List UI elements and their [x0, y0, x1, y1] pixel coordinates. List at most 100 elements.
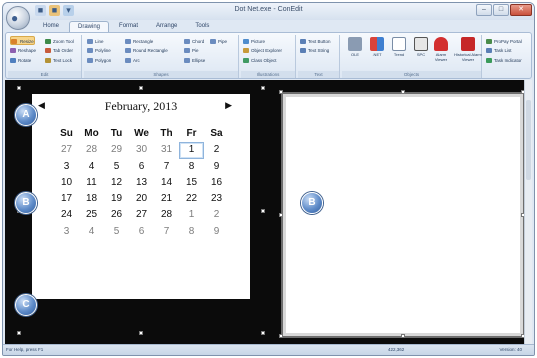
- calendar-day[interactable]: 10: [54, 175, 79, 191]
- calendar-day[interactable]: 27: [129, 207, 154, 223]
- tab-tools[interactable]: Tools: [187, 21, 217, 32]
- calendar-day[interactable]: 18: [79, 191, 104, 207]
- vertical-scrollbar[interactable]: [524, 80, 532, 344]
- calendar-day[interactable]: 23: [204, 191, 229, 207]
- calendar-control[interactable]: ◀ February, 2013 ▶ Su Mo Tu We Th Fr Sa …: [32, 94, 250, 299]
- resize-button[interactable]: Resize: [10, 36, 35, 45]
- resize-handle[interactable]: [279, 213, 283, 217]
- resize-handle[interactable]: [17, 331, 21, 335]
- calendar-day[interactable]: 17: [54, 191, 79, 207]
- text-button-button[interactable]: Text Button: [300, 37, 331, 46]
- rectangle-button[interactable]: Rectangle: [125, 37, 153, 46]
- callout-a: A: [15, 104, 37, 126]
- ole-button[interactable]: OLE: [344, 36, 366, 57]
- resize-handle[interactable]: [139, 86, 143, 90]
- resize-handle[interactable]: [401, 90, 405, 94]
- pipe-button[interactable]: Pipe: [210, 37, 227, 46]
- polyline-button[interactable]: Polyline: [87, 46, 111, 55]
- calendar-day[interactable]: 7: [154, 159, 179, 175]
- tab-home[interactable]: Home: [35, 21, 67, 32]
- tab-arrange[interactable]: Arrange: [148, 21, 185, 32]
- calendar-day[interactable]: 29: [104, 142, 129, 158]
- blank-object-panel[interactable]: [281, 92, 525, 338]
- calendar-day[interactable]: 6: [129, 224, 154, 240]
- calendar-next-arrow-icon[interactable]: ▶: [225, 100, 232, 111]
- calendar-day[interactable]: 12: [104, 175, 129, 191]
- calendar-day[interactable]: 3: [54, 159, 79, 175]
- calendar-day-selected[interactable]: 1: [179, 142, 204, 159]
- resize-handle[interactable]: [139, 331, 143, 335]
- resize-handle[interactable]: [401, 334, 405, 338]
- minimize-button[interactable]: –: [476, 4, 492, 16]
- scrollbar-thumb[interactable]: [526, 100, 531, 180]
- calendar-day[interactable]: 7: [154, 224, 179, 240]
- task-indicator-button[interactable]: Task Indicator: [486, 56, 522, 65]
- calendar-day[interactable]: 28: [79, 142, 104, 158]
- application-menu-button[interactable]: ●: [6, 6, 30, 30]
- zoom-tool-button[interactable]: Zoom Tool: [45, 37, 74, 46]
- resize-handle[interactable]: [261, 86, 265, 90]
- text-string-button[interactable]: Text String: [300, 46, 329, 55]
- object-explorer-button[interactable]: Object Explorer: [243, 46, 282, 55]
- calendar-day[interactable]: 26: [104, 207, 129, 223]
- calendar-day[interactable]: 20: [129, 191, 154, 207]
- polygon-button[interactable]: Polygon: [87, 56, 111, 65]
- calendar-day[interactable]: 5: [104, 224, 129, 240]
- drawing-canvas[interactable]: ◀ February, 2013 ▶ Su Mo Tu We Th Fr Sa …: [5, 80, 532, 344]
- resize-handle[interactable]: [261, 209, 265, 213]
- historical-alarm-viewer-button[interactable]: Historical Alarm Viewer: [454, 36, 482, 62]
- pie-button[interactable]: Pie: [184, 46, 199, 55]
- calendar-day[interactable]: 30: [129, 142, 154, 158]
- tab-drawing[interactable]: Drawing: [69, 21, 110, 32]
- calendar-day[interactable]: 11: [79, 175, 104, 191]
- calendar-day[interactable]: 22: [179, 191, 204, 207]
- propay-portal-button[interactable]: ProPay Portal: [486, 37, 522, 46]
- calendar-day[interactable]: 2: [204, 142, 229, 158]
- calendar-day[interactable]: 6: [129, 159, 154, 175]
- calendar-day[interactable]: 2: [204, 207, 229, 223]
- class-object-button[interactable]: Class Object: [243, 56, 277, 65]
- resize-handle[interactable]: [279, 90, 283, 94]
- calendar-day[interactable]: 27: [54, 142, 79, 158]
- calendar-day[interactable]: 9: [204, 159, 229, 175]
- line-button[interactable]: Line: [87, 37, 104, 46]
- reshape-button[interactable]: Reshape: [10, 46, 36, 55]
- calendar-day[interactable]: 4: [79, 159, 104, 175]
- calendar-day[interactable]: 25: [79, 207, 104, 223]
- calendar-day[interactable]: 21: [154, 191, 179, 207]
- dotnet-button[interactable]: .NET: [366, 36, 388, 57]
- calendar-day[interactable]: 3: [54, 224, 79, 240]
- task-list-button[interactable]: Task List: [486, 46, 512, 55]
- rotate-button[interactable]: Rotate: [10, 56, 31, 65]
- calendar-day[interactable]: 9: [204, 224, 229, 240]
- alarm-viewer-button[interactable]: Alarm Viewer: [430, 36, 452, 62]
- text-lock-button[interactable]: Text Lock: [45, 56, 72, 65]
- resize-handle[interactable]: [261, 331, 265, 335]
- calendar-day[interactable]: 1: [179, 207, 204, 223]
- maximize-button[interactable]: □: [493, 4, 509, 16]
- calendar-day[interactable]: 8: [179, 224, 204, 240]
- trend-button[interactable]: Trend: [388, 36, 410, 57]
- tab-order-button[interactable]: Tab Order: [45, 46, 73, 55]
- calendar-day[interactable]: 31: [154, 142, 179, 158]
- resize-handle[interactable]: [279, 334, 283, 338]
- ellipse-button[interactable]: Ellipse: [184, 56, 205, 65]
- tab-format[interactable]: Format: [111, 21, 146, 32]
- close-button[interactable]: ✕: [510, 4, 532, 16]
- calendar-day[interactable]: 8: [179, 159, 204, 175]
- calendar-day[interactable]: 4: [79, 224, 104, 240]
- calendar-day[interactable]: 28: [154, 207, 179, 223]
- calendar-day[interactable]: 13: [129, 175, 154, 191]
- calendar-day[interactable]: 24: [54, 207, 79, 223]
- spc-button[interactable]: SPC: [410, 36, 432, 57]
- calendar-day[interactable]: 14: [154, 175, 179, 191]
- calendar-day[interactable]: 19: [104, 191, 129, 207]
- round-rectangle-button[interactable]: Round Rectangle: [125, 46, 168, 55]
- calendar-day[interactable]: 15: [179, 175, 204, 191]
- chord-button[interactable]: Chord: [184, 37, 204, 46]
- resize-handle[interactable]: [17, 86, 21, 90]
- arc-button[interactable]: Arc: [125, 56, 140, 65]
- calendar-day[interactable]: 16: [204, 175, 229, 191]
- calendar-day[interactable]: 5: [104, 159, 129, 175]
- picture-button[interactable]: Picture: [243, 37, 265, 46]
